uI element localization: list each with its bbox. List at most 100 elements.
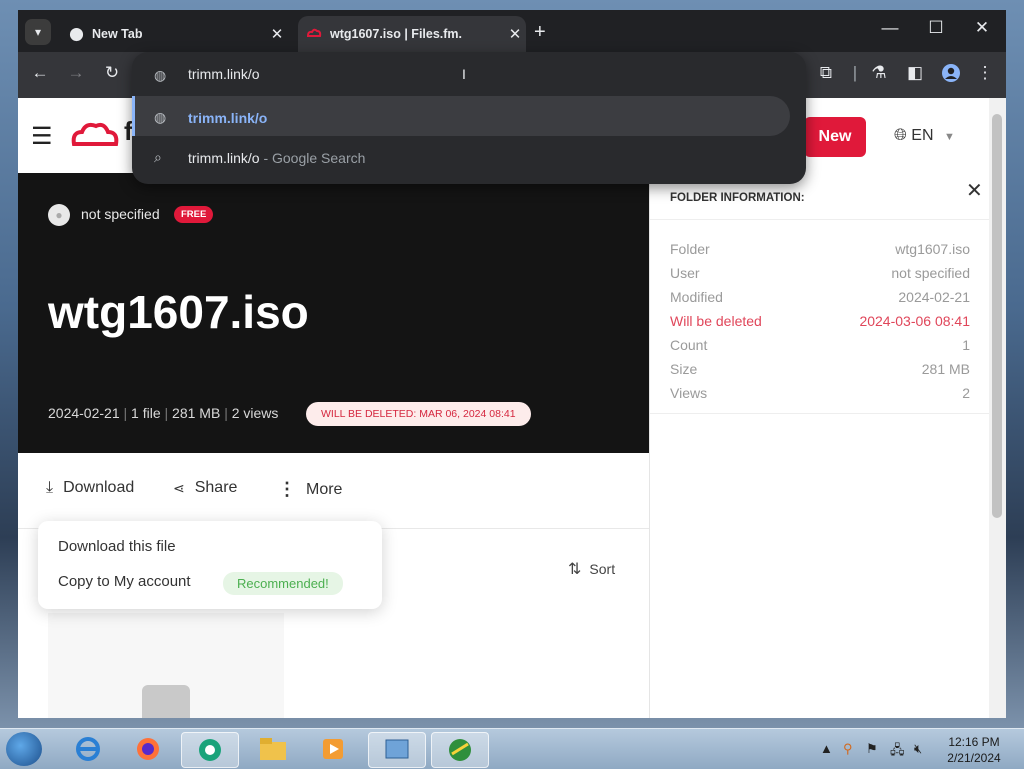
maximize-icon[interactable]: ☐ <box>921 18 951 38</box>
download-icon: ⤓ <box>46 479 54 496</box>
minimize-icon[interactable]: — <box>875 18 905 38</box>
internet-explorer-icon[interactable] <box>60 732 116 766</box>
volume-muted-icon[interactable]: 🔇︎ <box>914 741 922 757</box>
more-button[interactable]: ⋮ More <box>278 479 342 500</box>
tab-close-icon[interactable]: ✕ <box>504 25 526 43</box>
meta-divider: | <box>224 405 228 421</box>
file-explorer-icon[interactable] <box>245 732 301 766</box>
info-value: 2024-03-06 08:41 <box>859 313 970 329</box>
info-row-views: Views 2 <box>670 385 970 401</box>
tab-new-tab[interactable]: New Tab ✕ <box>60 16 288 52</box>
info-value: not specified <box>891 265 970 281</box>
owner-name: not specified <box>81 206 160 222</box>
page-scrollbar[interactable] <box>989 98 1006 718</box>
globe-icon: 🌐︎ <box>894 127 907 144</box>
web-page: ☰ f New 🌐︎ EN ▼ ● not specified FREE wtg… <box>18 98 1006 718</box>
action-bar: ⤓ Download ⋖ Share ⋮ More <box>18 453 649 529</box>
info-label: Modified <box>670 289 723 305</box>
browser-window: ▾ New Tab ✕ wtg1607.iso | Files.fm. ✕ + … <box>18 10 1006 718</box>
info-value: 2024-02-21 <box>898 289 970 305</box>
suggestion-url[interactable]: trimm.link/o <box>188 110 267 126</box>
kebab-menu-icon[interactable]: ⋮ <box>974 63 996 83</box>
suggestion-query: trimm.link/o <box>188 150 260 166</box>
sort-arrows-icon: ⇅ <box>568 561 582 578</box>
download-this-file-item[interactable]: Download this file <box>58 538 176 555</box>
tab-title: wtg1607.iso | Files.fm. <box>330 27 463 41</box>
info-label: Will be deleted <box>670 313 762 329</box>
tab-search-button[interactable]: ▾ <box>25 19 51 45</box>
chrome-icon <box>68 26 84 42</box>
language-selector[interactable]: 🌐︎ EN ▼ <box>894 127 955 145</box>
share-icon: ⋖ <box>173 479 185 496</box>
tab-filesfm[interactable]: wtg1607.iso | Files.fm. ✕ <box>298 16 526 52</box>
search-tray-icon[interactable]: ⚲ <box>843 741 853 757</box>
firefox-icon[interactable] <box>120 732 176 766</box>
profile-avatar-icon[interactable] <box>940 63 962 88</box>
chrome-canary-icon[interactable] <box>181 732 239 768</box>
omnibox-popup: ◍ trimm.link/o I ◍ trimm.link/o ⌕ trimm.… <box>132 52 806 184</box>
sort-button[interactable]: ⇅ Sort <box>568 559 615 579</box>
network-globe-icon[interactable] <box>431 732 489 768</box>
info-value: 281 MB <box>921 361 970 377</box>
chevron-down-icon: ▾ <box>34 25 42 39</box>
new-tab-plus-icon[interactable]: + <box>534 21 546 44</box>
tab-strip: ▾ New Tab ✕ wtg1607.iso | Files.fm. ✕ + … <box>18 10 1006 52</box>
caret-down-icon: ▼ <box>943 131 955 143</box>
close-icon[interactable]: ✕ <box>966 178 983 203</box>
new-button[interactable]: New <box>804 117 866 157</box>
deletion-badge: WILL BE DELETED: MAR 06, 2024 08:41 <box>306 402 531 426</box>
info-label: Folder <box>670 241 710 257</box>
share-button[interactable]: ⋖ Share <box>173 479 237 497</box>
file-hero: ● not specified FREE wtg1607.iso 2024-02… <box>18 173 649 453</box>
extensions-puzzle-icon[interactable]: ⧉ <box>815 63 837 83</box>
reload-icon[interactable]: ↻ <box>101 63 123 83</box>
info-label: Views <box>670 385 708 401</box>
meta-views: 2 views <box>231 405 279 421</box>
file-meta: 2024-02-21 | 1 file | 281 MB | 2 views <box>48 405 278 421</box>
download-dropdown-menu: Download this file Copy to My account Re… <box>38 521 382 609</box>
address-bar-input[interactable]: trimm.link/o <box>188 66 260 82</box>
back-arrow-icon[interactable]: ← <box>29 63 51 83</box>
divider <box>650 219 990 220</box>
control-panel-icon[interactable] <box>368 732 426 768</box>
more-label: More <box>306 480 343 498</box>
selection-accent-bar <box>132 96 135 136</box>
info-row-user: User not specified <box>670 265 970 281</box>
hamburger-menu-icon[interactable]: ☰ <box>31 122 53 151</box>
meta-date: 2024-02-21 <box>48 405 120 421</box>
close-window-icon[interactable]: ✕ <box>967 18 997 38</box>
download-label: Download <box>63 479 135 496</box>
zip-file-icon <box>142 685 190 718</box>
clock-time: 12:16 PM <box>948 735 1000 749</box>
divider <box>650 413 990 414</box>
meta-divider: | <box>123 405 128 421</box>
info-row-folder: Folder wtg1607.iso <box>670 241 970 257</box>
suggestion-search[interactable]: trimm.link/o - Google Search <box>188 150 365 166</box>
search-icon: ⌕ <box>154 149 162 165</box>
side-panel-icon[interactable]: ◧ <box>904 63 926 83</box>
download-button[interactable]: ⤓ Download <box>46 479 134 497</box>
tab-title: New Tab <box>92 27 143 41</box>
info-row-count: Count 1 <box>670 337 970 353</box>
filesfm-logo[interactable] <box>70 118 122 159</box>
copy-to-account-item[interactable]: Copy to My account <box>58 573 191 590</box>
system-clock[interactable]: 12:16 PM 2/21/2024 <box>930 734 1018 766</box>
user-avatar: ● <box>48 204 70 226</box>
info-label: Count <box>670 337 708 353</box>
media-player-icon[interactable] <box>305 732 361 766</box>
forward-arrow-icon[interactable]: → <box>65 63 87 83</box>
network-icon[interactable]: 🖧︎ <box>890 741 905 763</box>
info-row-size: Size 281 MB <box>670 361 970 377</box>
globe-icon: ◍ <box>154 109 167 125</box>
start-button[interactable] <box>6 732 42 766</box>
show-hidden-icons-icon[interactable]: ▲ <box>820 741 833 756</box>
labs-flask-icon[interactable]: ⚗ <box>868 63 890 83</box>
info-value: 2 <box>962 385 970 401</box>
file-title: wtg1607.iso <box>48 286 309 338</box>
scrollbar-thumb[interactable] <box>992 114 1002 518</box>
folder-info-title: FOLDER INFORMATION: <box>670 192 805 204</box>
action-center-flag-icon[interactable]: ⚑ <box>866 741 878 757</box>
meta-files: 1 file <box>131 405 161 421</box>
tab-close-icon[interactable]: ✕ <box>266 25 288 43</box>
info-row-modified: Modified 2024-02-21 <box>670 289 970 305</box>
